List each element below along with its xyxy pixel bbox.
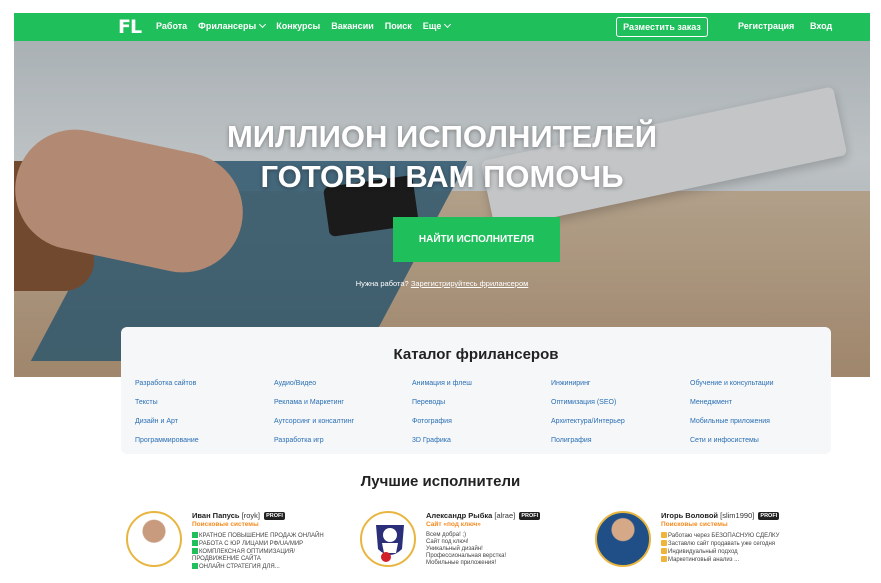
description-line: РАБОТА С ЮР ЛИЦАМИ РФ/UA/МИР [199, 541, 304, 547]
description-line: Профессиональная верстка! [426, 553, 507, 559]
hero-sub-question: Нужна работа? [355, 279, 409, 288]
catalog-link[interactable]: Анимация и флеш [412, 379, 472, 398]
checkbox-icon [192, 532, 198, 538]
lion-crest-icon [376, 525, 404, 562]
description-line: КОМПЛЕКСНАЯ ОПТИМИЗАЦИЯ/ [199, 549, 296, 555]
freelancer-description: Работаю через БЕЗОПАСНУЮ СДЕЛКУ Заставлю… [661, 532, 779, 564]
catalog-link[interactable]: 3D Графика [412, 436, 472, 455]
freelancer-name-text: Игорь Воловой [661, 511, 719, 520]
magnifier-icon [661, 556, 667, 562]
profi-badge: PROFI [519, 512, 541, 520]
login-link[interactable]: Вход [810, 21, 832, 31]
catalog-link[interactable]: Менеджмент [690, 398, 774, 417]
catalog-link[interactable]: Дизайн и Арт [135, 417, 199, 436]
catalog-column-2: Аудио/Видео Реклама и Маркетинг Аутсорси… [274, 379, 354, 455]
nav-link-contests[interactable]: Конкурсы [276, 21, 320, 31]
catalog-link[interactable]: Аутсорсинг и консалтинг [274, 417, 354, 436]
description-line: Сайт под ключ! [426, 539, 469, 545]
avatar[interactable] [126, 511, 182, 567]
freelancer-description: КРАТНОЕ ПОВЫШЕНИЕ ПРОДАЖ ОНЛАЙН РАБОТА С… [192, 532, 324, 571]
catalog-link[interactable]: Переводы [412, 398, 472, 417]
catalog-column-4: Инжиниринг Оптимизация (SEO) Архитектура… [551, 379, 625, 455]
hand-icon [661, 532, 667, 538]
description-line: Маркетинговый анализ ... [668, 557, 740, 563]
chevron-down-icon [444, 20, 452, 29]
checkbox-icon [192, 563, 198, 569]
catalog-column-1: Разработка сайтов Тексты Дизайн и Арт Пр… [135, 379, 199, 455]
freelancer-name[interactable]: Игорь Воловой [slim1990] PROFI [661, 511, 780, 520]
chevron-down-icon [259, 20, 267, 29]
description-line: ОНЛАЙН СТРАТЕГИЯ ДЛЯ... [199, 564, 280, 570]
nav-link-freelancers[interactable]: Фрилансеры [198, 20, 267, 31]
avatar[interactable] [360, 511, 416, 567]
freelancer-category[interactable]: Сайт «под ключ» [426, 521, 481, 528]
catalog-link[interactable]: Архитектура/Интерьер [551, 417, 625, 436]
nav-links: Работа Фрилансеры Конкурсы Вакансии Поис… [156, 20, 461, 31]
freelancer-name[interactable]: Иван Папусь [royk] PROFI [192, 511, 285, 520]
freelancer-category[interactable]: Поисковые системы [661, 521, 728, 528]
nav-link-work[interactable]: Работа [156, 21, 187, 31]
description-line: Уникальный дизайн! [426, 546, 483, 552]
freelancer-login: [alrae] [494, 511, 516, 520]
description-line: Всем добра! ;) [426, 532, 467, 538]
freelancer-name-text: Иван Папусь [192, 511, 240, 520]
catalog-link[interactable]: Инжиниринг [551, 379, 625, 398]
freelancer-login: [slim1990] [720, 511, 755, 520]
catalog-column-3: Анимация и флеш Переводы Фотография 3D Г… [412, 379, 472, 455]
profi-badge: PROFI [758, 512, 780, 520]
catalog-link[interactable]: Разработка сайтов [135, 379, 199, 398]
catalog-link[interactable]: Тексты [135, 398, 199, 417]
checkbox-icon [192, 540, 198, 546]
freelancer-name[interactable]: Александр Рыбка [alrae] PROFI [426, 511, 541, 520]
catalog-column-5: Обучение и консультации Менеджмент Мобил… [690, 379, 774, 455]
nav-link-search[interactable]: Поиск [385, 21, 412, 31]
profi-badge: PROFI [264, 512, 285, 520]
catalog-link[interactable]: Аудио/Видео [274, 379, 354, 398]
nav-link-more-label: Еще [422, 21, 442, 31]
nav-link-more[interactable]: Еще [422, 20, 452, 31]
avatar[interactable] [595, 511, 651, 567]
money-bag-icon [661, 540, 667, 546]
freelancer-catalog: Каталог фрилансеров Разработка сайтов Те… [121, 327, 831, 454]
description-line: ПРОДВИЖЕНИЕ САЙТА [192, 556, 261, 562]
hero-title-line2: ГОТОВЫ ВАМ ПОМОЧЬ [260, 159, 624, 194]
freelancer-category[interactable]: Поисковые системы [192, 521, 259, 528]
catalog-link[interactable]: Мобильные приложения [690, 417, 774, 436]
catalog-link[interactable]: Обучение и консультации [690, 379, 774, 398]
find-freelancer-button[interactable]: НАЙТИ ИСПОЛНИТЕЛЯ [393, 217, 560, 262]
catalog-link[interactable]: Реклама и Маркетинг [274, 398, 354, 417]
nav-link-vacancies[interactable]: Вакансии [331, 21, 374, 31]
catalog-link[interactable]: Программирование [135, 436, 199, 455]
top-nav: FL Работа Фрилансеры Конкурсы Вакансии П… [14, 13, 870, 41]
freelancer-login: [royk] [241, 511, 260, 520]
fl-logo[interactable]: FL [118, 16, 142, 38]
freelancer-name-text: Александр Рыбка [426, 511, 493, 520]
checkbox-icon [192, 548, 198, 554]
catalog-link[interactable]: Оптимизация (SEO) [551, 398, 625, 417]
freelancer-description: Всем добра! ;) Сайт под ключ! Уникальный… [426, 532, 506, 567]
register-link[interactable]: Регистрация [738, 21, 794, 31]
description-line: Работаю через БЕЗОПАСНУЮ СДЕЛКУ [668, 533, 780, 539]
register-freelancer-link[interactable]: Зарегистрируйтесь фрилансером [411, 279, 528, 288]
description-line: Заставлю сайт продавать уже сегодня [668, 541, 776, 547]
catalog-title: Каталог фрилансеров [393, 346, 559, 363]
description-line: Мобильные приложения! [426, 560, 497, 566]
description-line: КРАТНОЕ ПОВЫШЕНИЕ ПРОДАЖ ОНЛАЙН [199, 533, 324, 539]
catalog-link[interactable]: Полиграфия [551, 436, 625, 455]
catalog-link[interactable]: Разработка игр [274, 436, 354, 455]
catalog-link[interactable]: Сети и инфосистемы [690, 436, 774, 455]
best-freelancers-title: Лучшие исполнители [360, 473, 521, 490]
place-order-button[interactable]: Разместить заказ [616, 17, 708, 37]
nav-link-freelancers-label: Фрилансеры [198, 21, 257, 31]
sparkle-icon [661, 548, 667, 554]
hero-subtext: Нужна работа? Зарегистрируйтесь фрилансе… [14, 279, 870, 288]
hero-title-line1: МИЛЛИОН ИСПОЛНИТЕЛЕЙ [226, 119, 658, 154]
catalog-link[interactable]: Фотография [412, 417, 472, 436]
description-line: Индивидуальный подход [668, 549, 738, 555]
